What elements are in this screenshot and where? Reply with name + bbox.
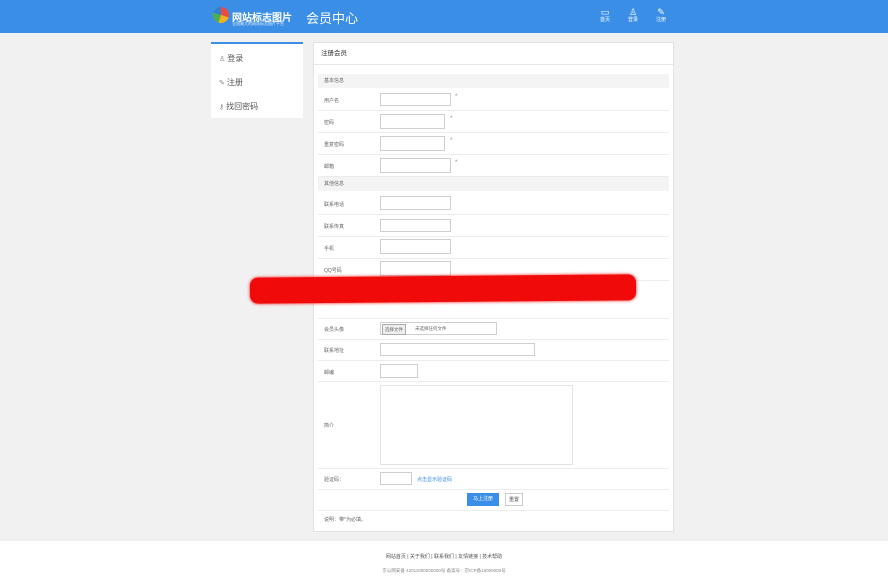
qq-label: QQ号码 [324, 267, 342, 274]
intro-row: 简介 [318, 382, 669, 469]
phone-input[interactable] [380, 196, 451, 210]
user-icon: ♙ [621, 8, 645, 17]
address-label: 联系地址 [324, 347, 344, 354]
password-input[interactable] [380, 114, 445, 129]
zip-label: 邮编 [324, 369, 334, 376]
footer-icp: 京公网安备 42011000000000号 备案号：京ICP备16000000号 [0, 568, 888, 574]
nav-register-label: 注册 [656, 17, 666, 23]
page-title: 会员中心 [306, 8, 358, 27]
password-label: 密码 [324, 119, 334, 126]
top-bar: 网站标志图片 全国最大的网站标志图片平台 会员中心 ▭ 首页 ♙ 登录 ✎ 注册 [0, 0, 888, 33]
footer: 网站首页 | 关于我们 | 联系我们 | 友情链接 | 技术帮助 京公网安备 4… [0, 541, 888, 580]
mobile-input[interactable] [380, 239, 451, 254]
nav-home-label: 首页 [600, 17, 610, 23]
email-row: 邮箱 * [318, 155, 669, 177]
footer-links[interactable]: 网站首页 | 关于我们 | 联系我们 | 友情链接 | 技术帮助 [0, 553, 888, 560]
section-basic: 基本信息 [318, 74, 669, 88]
sidebar-item-recover[interactable]: ⚷找回密码 [219, 101, 258, 112]
password-row: 密码 * [318, 111, 669, 133]
user-icon: ♙ [219, 56, 225, 63]
redaction-mark [250, 274, 636, 303]
logo-icon[interactable] [213, 7, 229, 23]
choose-file-button[interactable]: 选择文件 [382, 324, 406, 335]
pencil-icon: ✎ [219, 80, 225, 87]
fax-row: 联系传真 [318, 215, 669, 237]
submit-button[interactable]: 马上注册 [467, 493, 499, 506]
nav-register[interactable]: ✎ 注册 [649, 8, 673, 24]
key-icon: ⚷ [219, 104, 224, 111]
fax-label: 联系传真 [324, 223, 344, 230]
confirm-password-input[interactable] [380, 136, 445, 151]
required-mark: * [450, 116, 452, 122]
sidebar-item-login[interactable]: ♙登录 [219, 53, 243, 64]
sidebar-item-register[interactable]: ✎注册 [219, 77, 243, 88]
username-label: 用户名 [324, 97, 339, 104]
sidebar-item-label: 找回密码 [226, 102, 258, 111]
mobile-label: 手机 [324, 245, 334, 252]
sidebar-item-label: 登录 [227, 54, 243, 63]
captcha-row: 验证码： 点击显示验证码 [318, 469, 669, 490]
confirm-row: 重复密码 * [318, 133, 669, 155]
confirm-label: 重复密码 [324, 141, 344, 148]
section-other: 其他信息 [318, 177, 669, 191]
form-note: 说明：带*为必填。 [324, 516, 366, 523]
captcha-input[interactable] [380, 472, 412, 485]
phone-label: 联系电话 [324, 201, 344, 208]
username-input[interactable] [380, 93, 451, 106]
fax-input[interactable] [380, 219, 451, 232]
nav-home[interactable]: ▭ 首页 [593, 8, 617, 24]
reset-button[interactable]: 重置 [505, 493, 523, 506]
sidebar-item-label: 注册 [227, 78, 243, 87]
home-icon: ▭ [593, 8, 617, 17]
required-mark: * [455, 160, 457, 166]
sidebar: ♙登录 ✎注册 ⚷找回密码 [211, 42, 303, 118]
email-label: 邮箱 [324, 163, 334, 170]
zip-input[interactable] [380, 364, 418, 378]
avatar-file-input[interactable]: 选择文件 未选择任何文件 [380, 322, 497, 335]
edit-icon: ✎ [649, 8, 673, 17]
qq-input[interactable] [380, 261, 451, 276]
required-mark: * [450, 138, 452, 144]
nav-login[interactable]: ♙ 登录 [621, 8, 645, 24]
phone-row: 联系电话 [318, 193, 669, 215]
required-mark: * [455, 94, 457, 100]
avatar-label: 会员头像 [324, 326, 344, 333]
file-status: 未选择任何文件 [415, 323, 447, 334]
avatar-row: 会员头像 选择文件 未选择任何文件 [318, 319, 669, 340]
address-row: 联系地址 [318, 340, 669, 361]
panel-title: 注册会员 [314, 43, 673, 65]
username-row: 用户名 * [318, 89, 669, 111]
captcha-label: 验证码： [324, 476, 344, 483]
nav-login-label: 登录 [628, 17, 638, 23]
button-row: 马上注册 重置 [318, 490, 669, 511]
logo-subtext: 全国最大的网站标志图片平台 [232, 21, 284, 27]
mobile-row: 手机 [318, 237, 669, 259]
email-input[interactable] [380, 158, 451, 173]
address-input[interactable] [380, 343, 535, 356]
intro-label: 简介 [324, 422, 334, 429]
intro-textarea[interactable] [380, 385, 573, 465]
zip-row: 邮编 [318, 361, 669, 382]
show-captcha-link[interactable]: 点击显示验证码 [417, 476, 452, 483]
